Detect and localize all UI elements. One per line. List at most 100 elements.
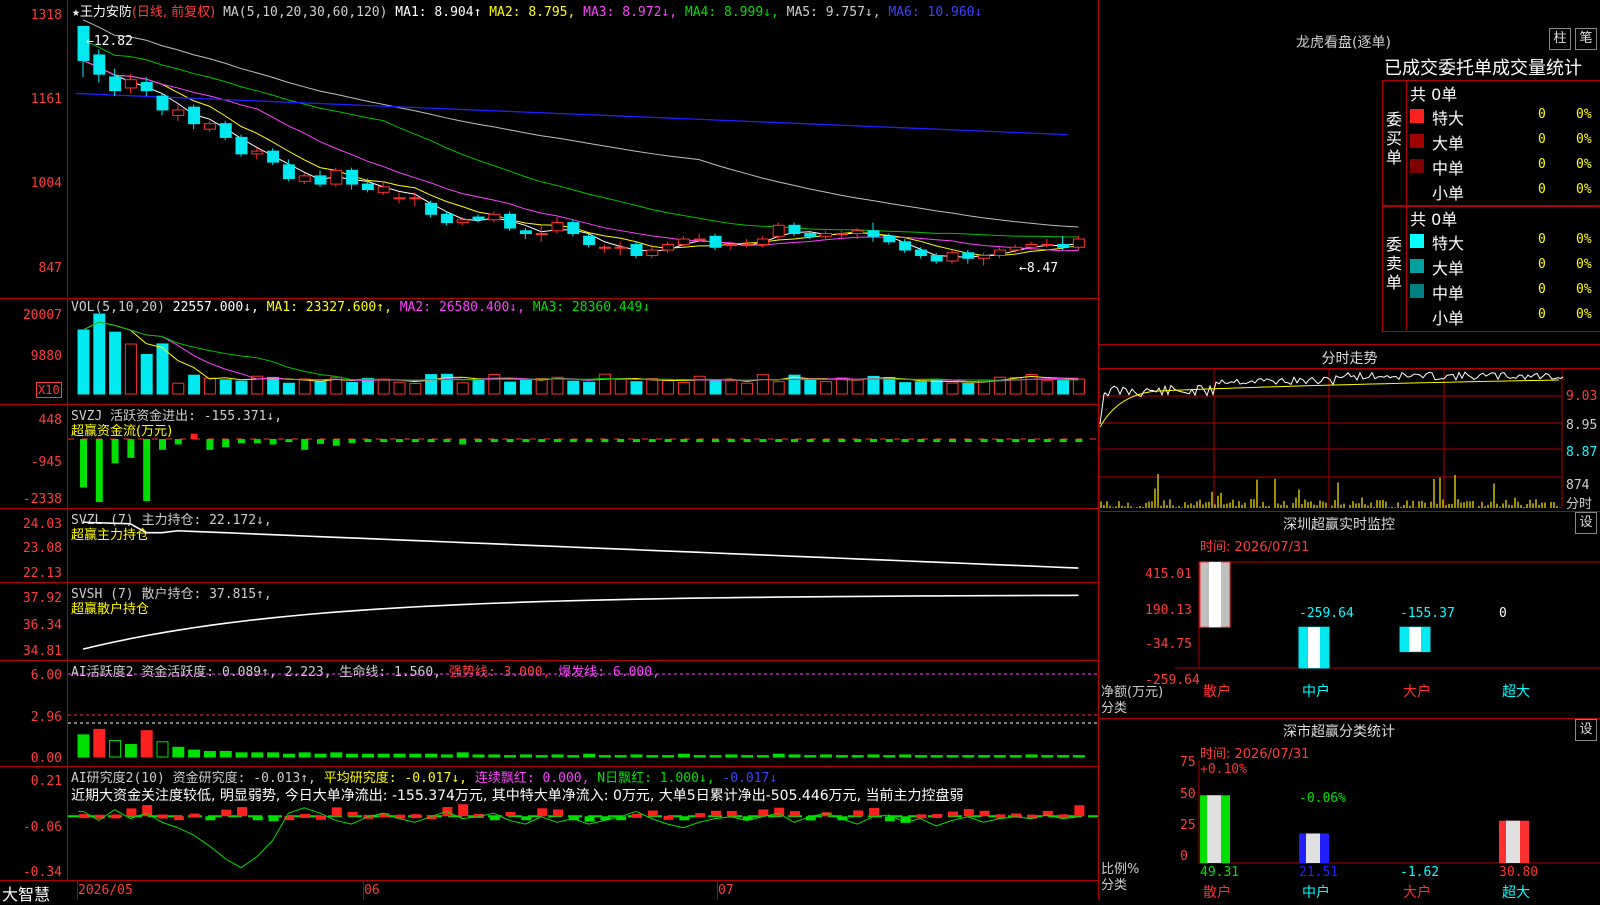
buy-row-count: 0: [1538, 157, 1546, 172]
volume-bar: [519, 379, 532, 395]
volume-bar: [646, 378, 659, 395]
svsh-chart[interactable]: [68, 583, 1098, 660]
flow-bar: [1012, 439, 1020, 443]
activity-bar: [930, 755, 943, 758]
research-bar: [221, 809, 232, 817]
intraday-chart[interactable]: [1099, 369, 1563, 508]
category-label: 散户: [1203, 683, 1231, 700]
flow-bar: [506, 439, 514, 443]
intraday-tick: 8.87: [1566, 445, 1598, 460]
svzj-chart[interactable]: [68, 405, 1098, 508]
retail-line: [82, 594, 1079, 650]
volume-bar: [109, 331, 122, 395]
research-bar: [252, 816, 263, 821]
activity-bar: [883, 755, 896, 758]
ai2-chart[interactable]: [68, 767, 1098, 880]
flow-bar: [143, 439, 151, 501]
activity-bar: [772, 753, 785, 758]
candle: [251, 150, 264, 155]
candle: [172, 109, 185, 116]
flow-bar: [427, 439, 435, 443]
sell-row-pct: 0%: [1576, 232, 1592, 247]
candle: [109, 76, 122, 92]
sell-row-name: 小单: [1432, 309, 1465, 328]
candle: [267, 150, 280, 163]
net-amount-label: -259.64: [1299, 606, 1354, 621]
volume-bar: [835, 377, 848, 395]
volume-bar: [488, 373, 501, 395]
ai1-chart[interactable]: [68, 661, 1098, 766]
category-label: 超大: [1502, 684, 1530, 700]
brand-logo: 大智慧: [2, 885, 51, 904]
monitor-title: 深圳超赢实时监控: [1283, 517, 1395, 533]
activity-bar: [899, 754, 912, 758]
candle: [756, 238, 769, 246]
candle: [883, 235, 896, 243]
activity-bar: [583, 753, 596, 758]
flow-bar: [980, 439, 988, 443]
research-bar: [268, 816, 279, 822]
activity-bar: [993, 755, 1006, 758]
buy-row-count: 0: [1538, 182, 1546, 197]
flow-bar: [411, 439, 419, 443]
stat-chart[interactable]: +0.10% -0.06% 49.31 21.51 -1.62 30.80 散户 中户 大户 超大: [1099, 760, 1600, 900]
activity-bar: [662, 755, 675, 758]
volume-bar: [188, 374, 201, 395]
activity-bar: [867, 754, 880, 758]
flow-bar: [174, 439, 182, 445]
candle: [930, 255, 943, 262]
table-divider: [1406, 80, 1407, 330]
svzj-tick: -945: [30, 455, 62, 470]
sell-row-name: 特大: [1432, 234, 1465, 253]
flow-bar: [885, 439, 893, 443]
volume-bar: [772, 381, 785, 395]
ratio-label: 30.80: [1499, 865, 1538, 880]
sell-row-name: 中单: [1432, 284, 1465, 303]
flow-bar: [253, 439, 261, 444]
price-chart[interactable]: [68, 0, 1098, 298]
flow-bar: [95, 439, 103, 502]
volume-bar: [946, 382, 959, 395]
separator: [0, 880, 1098, 881]
volume-bar: [298, 378, 311, 395]
price-tick: 1161: [30, 92, 62, 107]
flow-bar: [933, 439, 941, 443]
buy-row-pct: 0%: [1576, 157, 1592, 172]
monitor-settings-button[interactable]: 设: [1575, 512, 1597, 534]
tick: [77, 881, 78, 900]
research-bar: [126, 808, 137, 817]
flow-bar: [996, 439, 1004, 443]
monitor-chart[interactable]: 415.01 -259.64 -155.37 0 散户 中户 大户 超大: [1099, 555, 1600, 715]
activity-bar: [756, 755, 769, 758]
date-label: 2026/05: [78, 883, 133, 898]
vol-ma-line: [82, 321, 1079, 383]
activity-bar: [551, 754, 564, 758]
candle: [282, 164, 295, 180]
activity-bar: [188, 749, 201, 758]
research-bar: [758, 809, 769, 817]
bar-mode-button[interactable]: 柱: [1549, 28, 1571, 50]
activity-bar: [788, 754, 801, 758]
svzl-chart[interactable]: [68, 509, 1098, 582]
volume-chart[interactable]: [68, 299, 1098, 404]
volume-bar: [583, 381, 596, 395]
date-label: 07: [718, 883, 734, 898]
activity-bar: [914, 755, 927, 758]
buy-row-name: 中单: [1432, 159, 1465, 178]
ai2-tick: 0.21: [30, 774, 62, 789]
low-price-mark: ←8.47: [1019, 261, 1059, 276]
volume-bar: [140, 353, 153, 395]
flow-bar: [475, 439, 482, 443]
volume-bar: [235, 380, 248, 395]
stat-settings-button[interactable]: 设: [1575, 719, 1597, 741]
tick-mode-button[interactable]: 笔: [1575, 28, 1597, 50]
flow-bar: [348, 439, 356, 444]
flow-bar: [743, 439, 751, 443]
date-label: 06: [364, 883, 380, 898]
candle: [725, 244, 738, 247]
volume-bar: [962, 383, 975, 395]
flow-bar: [159, 439, 166, 450]
research-bar: [300, 813, 311, 818]
buy-total: 共 0单: [1410, 85, 1458, 104]
activity-bar: [835, 755, 848, 758]
